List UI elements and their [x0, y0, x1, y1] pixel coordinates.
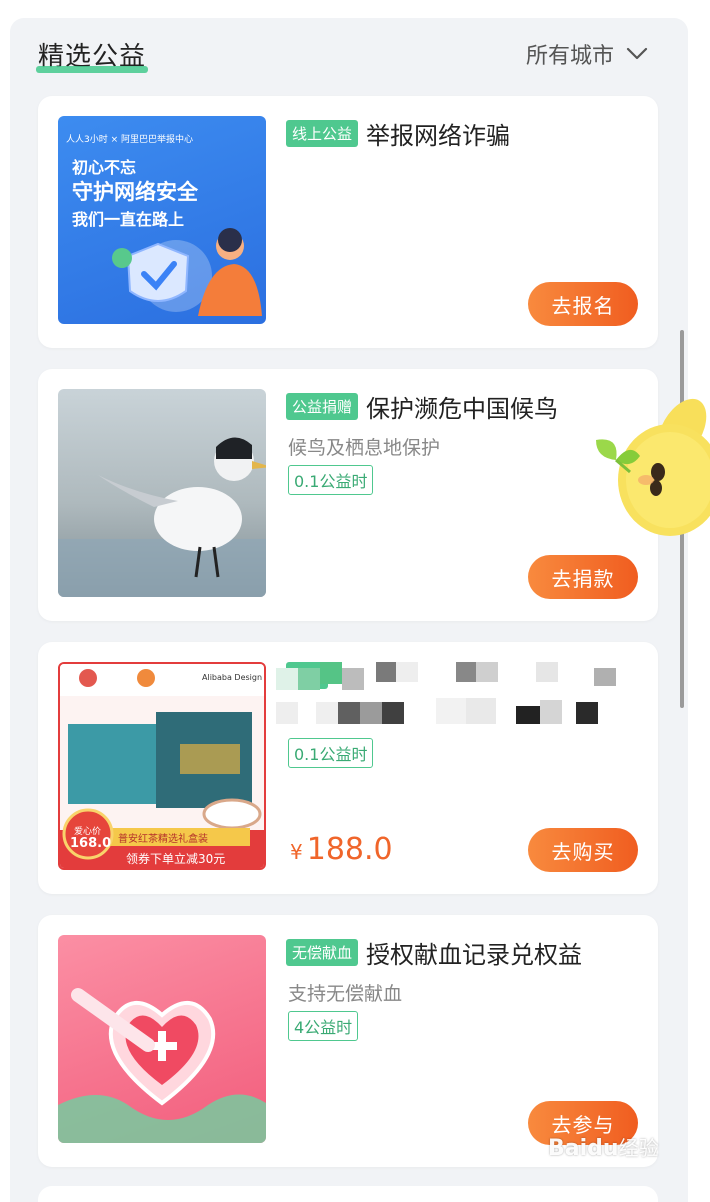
card-title: 保护濒危中国候鸟	[366, 395, 559, 423]
mascot-sprout-icon[interactable]	[586, 380, 710, 540]
signup-button[interactable]: 去报名	[528, 282, 638, 326]
charity-card-blood-donation[interactable]: 无偿献血 授权献血记录兑权益 支持无偿献血 4公益时 去参与	[38, 915, 658, 1167]
watermark-sub: 经验	[618, 1136, 659, 1160]
promo-text: 领券下单立减30元	[126, 852, 226, 866]
city-filter-label: 所有城市	[526, 44, 615, 69]
product-name: 普安红茶精选礼盒装	[118, 834, 208, 845]
card-image-line2: 守护网络安全	[72, 180, 198, 204]
brand-text: Alibaba Design	[202, 673, 263, 682]
card-image-tea-gift-box: Alibaba Design 爱心价 168.0 普安红茶精选礼盒装 领券下单立…	[58, 662, 266, 870]
charity-hours-badge: 0.1公益时	[288, 738, 374, 768]
card-heading: 公益捐赠 保护濒危中国候鸟	[286, 389, 558, 424]
card-title: 举报网络诈骗	[366, 122, 511, 150]
card-image-heart-hands	[58, 935, 266, 1143]
card-subtitle: 支持无偿献血	[288, 983, 403, 1005]
price-value: 188.0	[306, 832, 393, 867]
buy-button[interactable]: 去购买	[528, 828, 638, 872]
card-title: 授权献血记录兑权益	[366, 941, 583, 969]
card-image-line1: 初心不忘	[72, 158, 137, 177]
card-subtitle: 候鸟及栖息地保护	[288, 437, 441, 459]
card-heading: 无偿献血 授权献血记录兑权益	[286, 935, 582, 970]
card-image-cyber-security: 人人3小时 × 阿里巴巴举报中心 初心不忘 守护网络安全 我们一直在路上	[58, 116, 266, 324]
charity-hours-badge: 0.1公益时	[288, 465, 374, 495]
category-tag: 无偿献血	[286, 939, 359, 966]
badge-price: 168.0	[70, 836, 112, 851]
charity-hours-badge: 4公益时	[288, 1011, 359, 1041]
product-price: ¥188.0	[290, 832, 393, 867]
watermark-brand: Baidu	[548, 1136, 619, 1161]
card-heading: 线上公益 举报网络诈骗	[286, 116, 510, 151]
charity-card-migratory-birds[interactable]: 公益捐赠 保护濒危中国候鸟 候鸟及栖息地保护 0.1公益时 去捐款	[38, 369, 658, 621]
category-tag: 线上公益	[286, 120, 359, 147]
next-card-peek	[38, 1186, 658, 1202]
charity-card-report-fraud[interactable]: 人人3小时 × 阿里巴巴举报中心 初心不忘 守护网络安全 我们一直在路上 线上公…	[38, 96, 658, 348]
city-filter-dropdown[interactable]: 所有城市	[526, 38, 648, 70]
card-image-tern-bird	[58, 389, 266, 597]
censored-title-mosaic	[276, 662, 616, 724]
card-image-logos: 人人3小时 × 阿里巴巴举报中心	[66, 135, 193, 145]
baidu-watermark: Baidu经验	[548, 1132, 659, 1161]
donate-button[interactable]: 去捐款	[528, 555, 638, 599]
card-image-line3: 我们一直在路上	[72, 210, 185, 229]
section-title-underline	[36, 66, 148, 73]
chevron-down-icon	[626, 47, 648, 60]
category-tag: 公益捐赠	[286, 393, 359, 420]
currency-symbol: ¥	[290, 840, 303, 864]
